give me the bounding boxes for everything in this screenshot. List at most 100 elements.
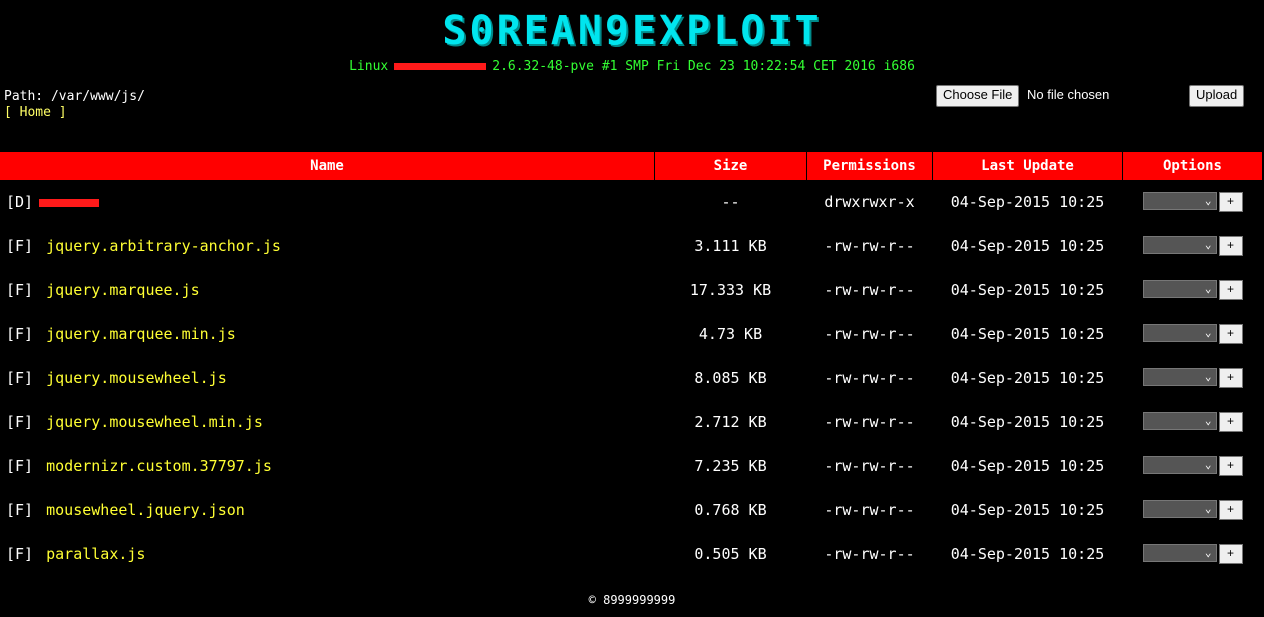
file-manager-page: S0REAN9EXPLOIT Linux 2.6.32-48-pve #1 SMP…: [0, 0, 1264, 617]
file-link[interactable]: jquery.mousewheel.js: [46, 369, 227, 387]
column-header-options: Options: [1122, 152, 1263, 180]
name-cell: [F] jquery.mousewheel.js: [0, 356, 655, 400]
file-type-tag: [F]: [6, 369, 34, 387]
name-cell: [F] parallax.js: [0, 532, 655, 576]
action-select[interactable]: ⌄: [1142, 280, 1217, 298]
go-button[interactable]: +: [1218, 544, 1243, 564]
size-cell: 17.333 KB: [689, 281, 772, 299]
redacted-folder-name[interactable]: [39, 198, 100, 207]
footer-copyright: © 8999999999: [588, 593, 676, 607]
column-header-permissions[interactable]: Permissions: [806, 152, 933, 180]
path-separator: /: [82, 89, 91, 104]
column-header-size[interactable]: Size: [654, 152, 807, 180]
name-cell: [F] jquery.arbitrary-anchor.js: [0, 224, 655, 268]
go-button[interactable]: +: [1218, 324, 1243, 344]
date-cell: 04-Sep-2015 10:25: [950, 413, 1105, 431]
file-type-tag: [F]: [6, 281, 34, 299]
file-link[interactable]: jquery.marquee.js: [46, 281, 200, 299]
table-row: [F] mousewheel.jquery.json 0.768 KB -rw-…: [0, 488, 1263, 532]
go-button[interactable]: +: [1218, 236, 1243, 256]
permissions-cell[interactable]: -rw-rw-r--: [807, 532, 933, 576]
permissions-cell[interactable]: -rw-rw-r--: [807, 400, 933, 444]
permissions-cell[interactable]: -rw-rw-r--: [807, 488, 933, 532]
path-segment-js[interactable]: js: [121, 89, 137, 104]
action-select[interactable]: ⌄: [1142, 500, 1217, 518]
file-type-tag: [F]: [6, 325, 34, 343]
home-link[interactable]: Home: [20, 105, 51, 120]
path-label: Path:: [4, 89, 51, 104]
path-segment-var[interactable]: var: [59, 89, 82, 104]
chevron-down-icon: ⌄: [1204, 238, 1212, 251]
permissions-cell[interactable]: -rw-rw-r--: [807, 224, 933, 268]
action-select[interactable]: ⌄: [1142, 544, 1217, 562]
options-cell: ⌄ +: [1123, 532, 1263, 576]
file-type-tag: [F]: [6, 545, 34, 563]
options-cell: ⌄ +: [1123, 268, 1263, 312]
table-row: [F] jquery.arbitrary-anchor.js 3.111 KB …: [0, 224, 1263, 268]
chevron-down-icon: ⌄: [1204, 414, 1212, 427]
table-row: [D] -- drwxrwxr-x 04-Sep-2015 10:25 ⌄ +: [0, 180, 1263, 224]
options-cell: ⌄ +: [1123, 224, 1263, 268]
options-cell: ⌄ +: [1123, 400, 1263, 444]
go-button[interactable]: +: [1218, 456, 1243, 476]
go-button[interactable]: +: [1218, 412, 1243, 432]
name-cell: [F] jquery.marquee.js: [0, 268, 655, 312]
action-select[interactable]: ⌄: [1142, 236, 1217, 254]
date-cell: 04-Sep-2015 10:25: [950, 193, 1105, 211]
size-cell: 0.505 KB: [694, 545, 767, 563]
path-separator: /: [50, 89, 59, 104]
name-cell: [F] modernizr.custom.37797.js: [0, 444, 655, 488]
size-cell: --: [721, 193, 740, 211]
bracket-close: ]: [50, 105, 67, 120]
file-table: Name Size Permissions Last Update Option…: [0, 152, 1263, 576]
upload-form: Choose File No file chosen Upload: [936, 85, 1256, 107]
options-cell: ⌄ +: [1123, 312, 1263, 356]
action-select[interactable]: ⌄: [1142, 192, 1217, 210]
table-row: [F] jquery.marquee.js 17.333 KB -rw-rw-r…: [0, 268, 1263, 312]
name-cell: [F] jquery.mousewheel.min.js: [0, 400, 655, 444]
file-link[interactable]: jquery.mousewheel.min.js: [46, 413, 263, 431]
action-select[interactable]: ⌄: [1142, 456, 1217, 474]
file-link[interactable]: modernizr.custom.37797.js: [46, 457, 272, 475]
path-segment-www[interactable]: www: [90, 89, 113, 104]
action-select[interactable]: ⌄: [1142, 368, 1217, 386]
file-link[interactable]: jquery.marquee.min.js: [46, 325, 236, 343]
name-cell: [D]: [0, 180, 655, 224]
size-cell: 4.73 KB: [698, 325, 763, 343]
action-select[interactable]: ⌄: [1142, 324, 1217, 342]
go-button[interactable]: +: [1218, 368, 1243, 388]
table-row: [F] modernizr.custom.37797.js 7.235 KB -…: [0, 444, 1263, 488]
date-cell: 04-Sep-2015 10:25: [950, 457, 1105, 475]
page-title: S0REAN9EXPLOIT: [442, 8, 822, 54]
chevron-down-icon: ⌄: [1204, 370, 1212, 383]
options-cell: ⌄ +: [1123, 180, 1263, 224]
options-cell: ⌄ +: [1123, 356, 1263, 400]
upload-button[interactable]: Upload: [1189, 85, 1245, 107]
permissions-cell[interactable]: -rw-rw-r--: [807, 268, 933, 312]
size-cell: 8.085 KB: [694, 369, 767, 387]
path-separator: /: [137, 89, 145, 104]
column-header-last-update[interactable]: Last Update: [932, 152, 1123, 180]
permissions-cell[interactable]: -rw-rw-r--: [807, 312, 933, 356]
action-select[interactable]: ⌄: [1142, 412, 1217, 430]
permissions-cell[interactable]: drwxrwxr-x: [807, 180, 933, 224]
home-link-wrapper: [ Home ]: [4, 104, 67, 122]
file-type-tag: [F]: [6, 457, 34, 475]
choose-file-button[interactable]: Choose File: [936, 85, 1020, 107]
file-link[interactable]: parallax.js: [46, 545, 145, 563]
file-link[interactable]: jquery.arbitrary-anchor.js: [46, 237, 281, 255]
table-row: [F] jquery.marquee.min.js 4.73 KB -rw-rw…: [0, 312, 1263, 356]
uname-suffix: 2.6.32-48-pve #1 SMP Fri Dec 23 10:22:54…: [492, 59, 915, 74]
system-info: Linux 2.6.32-48-pve #1 SMP Fri Dec 23 10:…: [0, 58, 1264, 76]
chevron-down-icon: ⌄: [1204, 458, 1212, 471]
file-link[interactable]: mousewheel.jquery.json: [46, 501, 245, 519]
permissions-cell[interactable]: -rw-rw-r--: [807, 444, 933, 488]
column-header-name[interactable]: Name: [0, 152, 655, 180]
go-button[interactable]: +: [1218, 500, 1243, 520]
chevron-down-icon: ⌄: [1204, 326, 1212, 339]
permissions-cell[interactable]: -rw-rw-r--: [807, 356, 933, 400]
name-cell: [F] mousewheel.jquery.json: [0, 488, 655, 532]
go-button[interactable]: +: [1218, 280, 1243, 300]
go-button[interactable]: +: [1218, 192, 1243, 212]
file-status-text: No file chosen: [1027, 87, 1110, 102]
